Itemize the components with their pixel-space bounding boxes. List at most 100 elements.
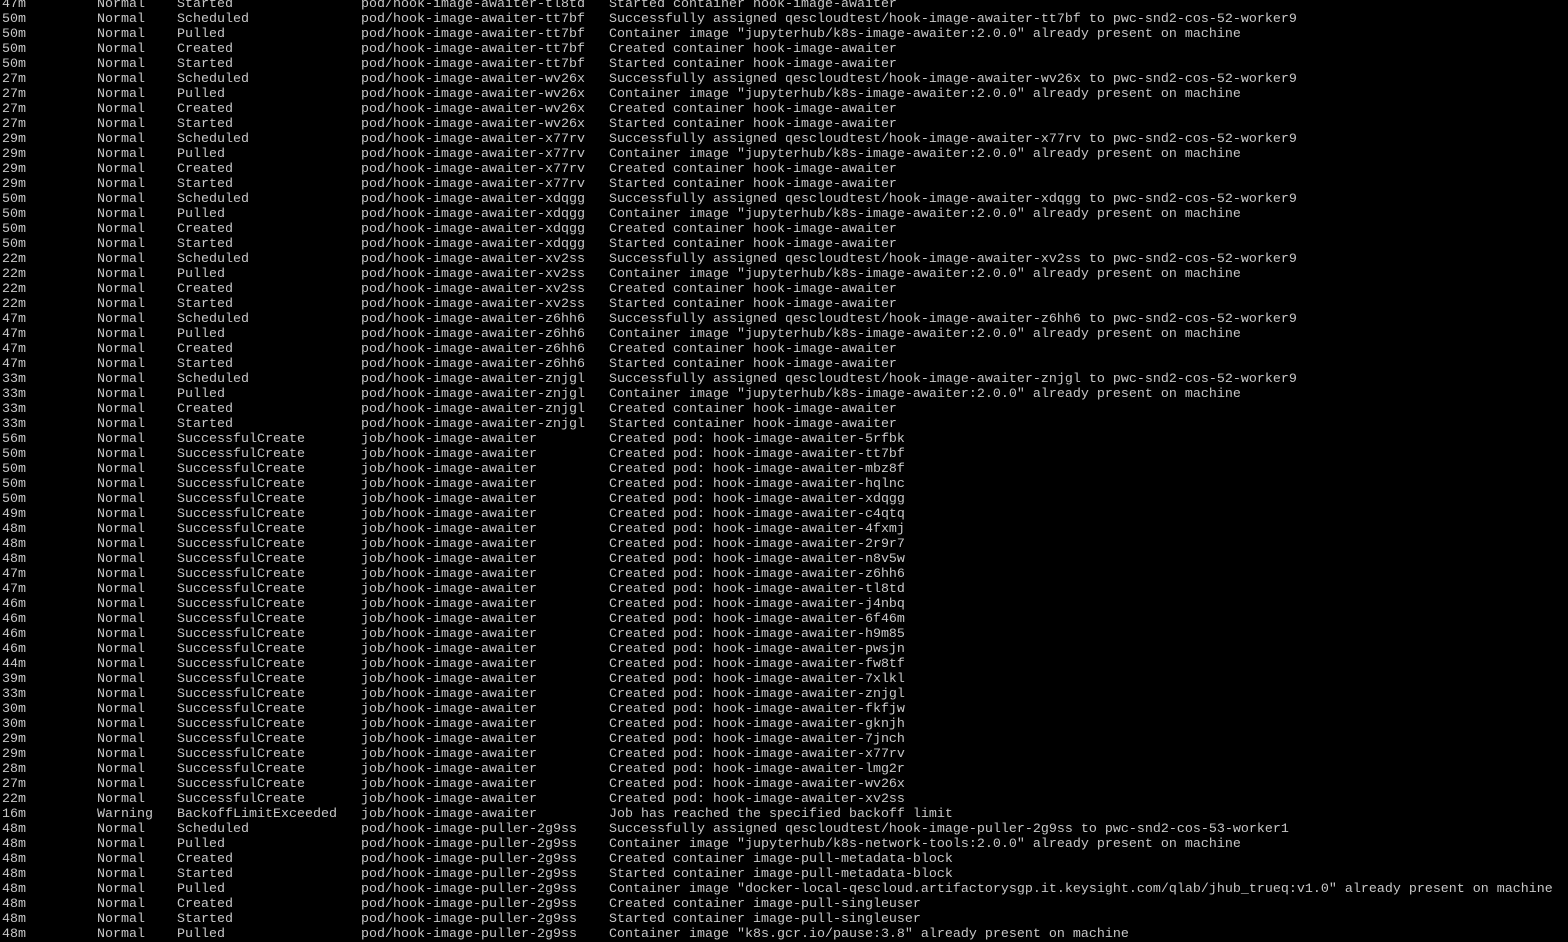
event-age: 47m	[2, 327, 26, 342]
event-reason: Created	[177, 42, 233, 57]
event-type: Normal	[97, 252, 145, 267]
event-row: 28m Normal SuccessfulCreate job/hook-image-…	[0, 762, 1568, 777]
event-object: job/hook-image-awaiter	[361, 462, 537, 477]
event-type: Normal	[97, 552, 145, 567]
event-object: pod/hook-image-awaiter-znjgl	[361, 387, 585, 402]
event-object: job/hook-image-awaiter	[361, 522, 537, 537]
event-message: Successfully assigned qescloudtest/hook-…	[609, 132, 1297, 147]
event-message: Successfully assigned qescloudtest/hook-…	[609, 192, 1297, 207]
event-message: Created pod: hook-image-awaiter-z6hh6	[609, 567, 905, 582]
event-age: 27m	[2, 117, 26, 132]
event-message: Successfully assigned qescloudtest/hook-…	[609, 372, 1297, 387]
event-message: Created container hook-image-awaiter	[609, 102, 897, 117]
event-type: Normal	[97, 852, 145, 867]
event-message: Created container hook-image-awaiter	[609, 402, 897, 417]
event-object: job/hook-image-awaiter	[361, 762, 537, 777]
event-message: Created pod: hook-image-awaiter-znjgl	[609, 687, 905, 702]
event-type: Normal	[97, 327, 145, 342]
event-type: Normal	[97, 462, 145, 477]
event-row: 47m Normal Created pod/hook-image-awaiter-z…	[0, 342, 1568, 357]
event-age: 49m	[2, 507, 26, 522]
event-message: Created pod: hook-image-awaiter-7jnch	[609, 732, 905, 747]
event-message: Created pod: hook-image-awaiter-fkfjw	[609, 702, 905, 717]
event-row: 50m Normal SuccessfulCreate job/hook-image-…	[0, 447, 1568, 462]
event-type: Warning	[97, 807, 153, 822]
event-type: Normal	[97, 312, 145, 327]
event-age: 46m	[2, 627, 26, 642]
event-row: 46m Normal SuccessfulCreate job/hook-image-…	[0, 627, 1568, 642]
event-object: job/hook-image-awaiter	[361, 432, 537, 447]
event-row: 50m Normal Started pod/hook-image-awaiter-x…	[0, 237, 1568, 252]
event-age: 48m	[2, 927, 26, 942]
event-object: pod/hook-image-awaiter-xdqgg	[361, 237, 585, 252]
event-age: 22m	[2, 267, 26, 282]
event-type: Normal	[97, 372, 145, 387]
event-row: 56m Normal SuccessfulCreate job/hook-image-…	[0, 432, 1568, 447]
event-row: 48m Normal Created pod/hook-image-puller-2g…	[0, 897, 1568, 912]
event-object: job/hook-image-awaiter	[361, 792, 537, 807]
event-object: pod/hook-image-awaiter-wv26x	[361, 72, 585, 87]
event-reason: SuccessfulCreate	[177, 672, 305, 687]
event-row: 47m Normal Pulled pod/hook-image-awaiter-z6…	[0, 327, 1568, 342]
event-message: Successfully assigned qescloudtest/hook-…	[609, 12, 1297, 27]
event-type: Normal	[97, 192, 145, 207]
event-row: 33m Normal Started pod/hook-image-awaiter-z…	[0, 417, 1568, 432]
event-object: job/hook-image-awaiter	[361, 717, 537, 732]
event-object: pod/hook-image-puller-2g9ss	[361, 897, 577, 912]
event-message: Created pod: hook-image-awaiter-n8v5w	[609, 552, 905, 567]
event-object: job/hook-image-awaiter	[361, 507, 537, 522]
event-type: Normal	[97, 897, 145, 912]
terminal-output[interactable]: 47m Normal Started pod/hook-image-awaiter-t…	[0, 0, 1568, 942]
event-object: pod/hook-image-puller-2g9ss	[361, 837, 577, 852]
event-age: 44m	[2, 657, 26, 672]
event-message: Started container hook-image-awaiter	[609, 417, 897, 432]
event-row: 16m Warning BackoffLimitExceeded job/hook-i…	[0, 807, 1568, 822]
event-type: Normal	[97, 717, 145, 732]
event-age: 48m	[2, 537, 26, 552]
event-reason: SuccessfulCreate	[177, 507, 305, 522]
event-reason: SuccessfulCreate	[177, 477, 305, 492]
event-age: 47m	[2, 0, 26, 12]
event-age: 22m	[2, 252, 26, 267]
event-reason: SuccessfulCreate	[177, 597, 305, 612]
event-message: Created container hook-image-awaiter	[609, 342, 897, 357]
event-row: 47m Normal SuccessfulCreate job/hook-image-…	[0, 567, 1568, 582]
event-message: Created pod: hook-image-awaiter-6f46m	[609, 612, 905, 627]
event-object: pod/hook-image-awaiter-xdqgg	[361, 192, 585, 207]
event-age: 27m	[2, 102, 26, 117]
event-row: 27m Normal Pulled pod/hook-image-awaiter-wv…	[0, 87, 1568, 102]
event-object: job/hook-image-awaiter	[361, 747, 537, 762]
event-reason: Pulled	[177, 207, 225, 222]
event-age: 50m	[2, 222, 26, 237]
event-age: 50m	[2, 27, 26, 42]
event-message: Container image "jupyterhub/k8s-image-aw…	[609, 387, 1241, 402]
event-type: Normal	[97, 792, 145, 807]
event-reason: Started	[177, 57, 233, 72]
event-reason: SuccessfulCreate	[177, 732, 305, 747]
event-object: job/hook-image-awaiter	[361, 582, 537, 597]
event-type: Normal	[97, 402, 145, 417]
event-age: 33m	[2, 387, 26, 402]
event-age: 30m	[2, 717, 26, 732]
event-reason: Created	[177, 222, 233, 237]
event-row: 27m Normal Started pod/hook-image-awaiter-w…	[0, 117, 1568, 132]
event-row: 48m Normal SuccessfulCreate job/hook-image-…	[0, 522, 1568, 537]
event-object: pod/hook-image-awaiter-x77rv	[361, 147, 585, 162]
event-message: Started container image-pull-singleuser	[609, 912, 921, 927]
event-row: 46m Normal SuccessfulCreate job/hook-image-…	[0, 612, 1568, 627]
event-reason: Scheduled	[177, 72, 249, 87]
event-message: Created pod: hook-image-awaiter-xdqgg	[609, 492, 905, 507]
event-object: job/hook-image-awaiter	[361, 567, 537, 582]
event-object: pod/hook-image-puller-2g9ss	[361, 867, 577, 882]
event-object: pod/hook-image-puller-2g9ss	[361, 882, 577, 897]
event-message: Created pod: hook-image-awaiter-xv2ss	[609, 792, 905, 807]
event-reason: SuccessfulCreate	[177, 567, 305, 582]
event-row: 22m Normal Created pod/hook-image-awaiter-x…	[0, 282, 1568, 297]
event-type: Normal	[97, 642, 145, 657]
event-age: 29m	[2, 732, 26, 747]
event-message: Created pod: hook-image-awaiter-h9m85	[609, 627, 905, 642]
event-type: Normal	[97, 927, 145, 942]
event-object: job/hook-image-awaiter	[361, 627, 537, 642]
event-object: pod/hook-image-awaiter-znjgl	[361, 402, 585, 417]
event-message: Created pod: hook-image-awaiter-tt7bf	[609, 447, 905, 462]
